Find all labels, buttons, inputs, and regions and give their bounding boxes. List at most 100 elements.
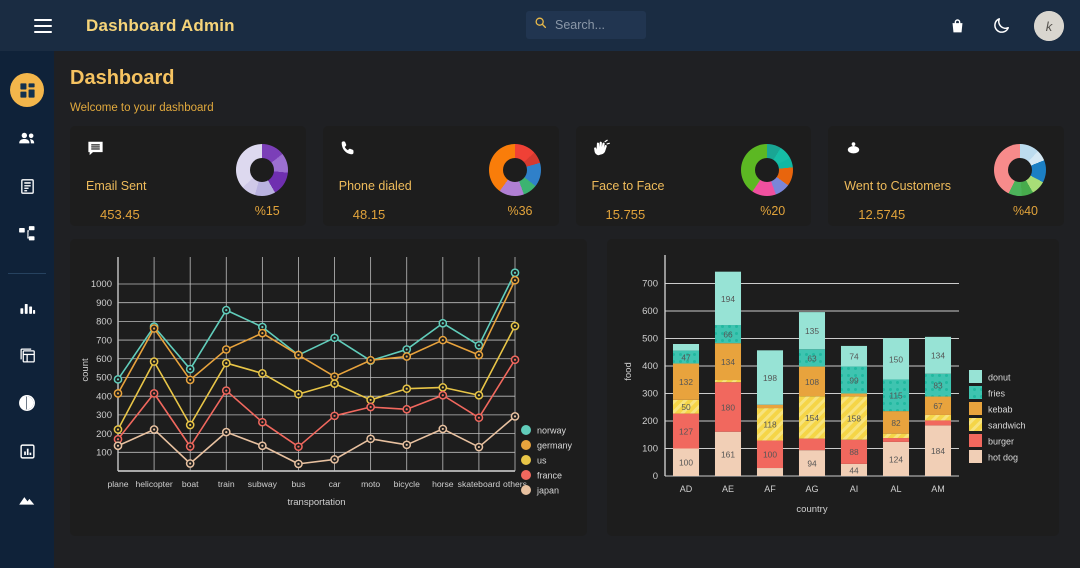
svg-text:bicycle: bicycle <box>394 479 420 489</box>
receipt-icon <box>19 178 36 195</box>
svg-text:skateboard: skateboard <box>458 479 501 489</box>
svg-text:158: 158 <box>847 413 861 423</box>
svg-text:118: 118 <box>763 420 777 430</box>
top-bar: Dashboard Admin Search... k <box>0 0 1080 51</box>
sidebar-item-team[interactable] <box>10 121 44 155</box>
svg-text:1000: 1000 <box>91 279 112 290</box>
dashboard-grid-icon <box>19 82 36 99</box>
svg-text:400: 400 <box>642 361 658 372</box>
svg-text:124: 124 <box>889 454 903 464</box>
svg-text:83: 83 <box>933 381 943 391</box>
stat-card-row: Email Sent 453.45 %15 Phone dialed 48.15… <box>54 114 1080 226</box>
svg-text:108: 108 <box>805 377 819 387</box>
stat-card-label: Went to Customers <box>844 179 952 193</box>
svg-text:AG: AG <box>805 484 818 494</box>
moon-icon[interactable] <box>990 15 1012 37</box>
svg-text:100: 100 <box>96 447 112 458</box>
sidebar-item-pie-chart[interactable] <box>10 386 44 420</box>
sidebar-item-bar-chart[interactable] <box>10 290 44 324</box>
dashboard-app: Dashboard Admin Search... k Dashboard We… <box>0 0 1080 568</box>
sidebar <box>0 51 54 568</box>
sidebar-item-dashboard[interactable] <box>10 73 44 107</box>
stat-card-value: 15.755 <box>605 207 646 222</box>
svg-text:burger: burger <box>988 436 1014 446</box>
svg-text:63: 63 <box>807 353 817 363</box>
stat-card-face-to-face[interactable]: Face to Face 15.755 %20 <box>575 126 812 226</box>
search-box[interactable] <box>526 11 646 39</box>
stat-card-value: 453.45 <box>100 207 140 222</box>
people-icon <box>18 129 37 148</box>
hamburger-bar <box>34 24 52 27</box>
svg-text:kebab: kebab <box>988 404 1013 414</box>
svg-text:plane: plane <box>107 479 128 489</box>
hamburger-bar <box>34 18 52 21</box>
mountains-icon <box>18 490 37 509</box>
stat-card-email-sent[interactable]: Email Sent 453.45 %15 <box>70 126 306 226</box>
svg-text:134: 134 <box>931 351 945 361</box>
stat-card-went-to-customers[interactable]: Went to Customers 12.5745 %40 <box>828 126 1064 226</box>
svg-text:car: car <box>329 479 341 489</box>
svg-text:127: 127 <box>679 426 693 436</box>
page-subtitle: Welcome to your dashboard <box>70 102 214 114</box>
svg-text:AE: AE <box>722 484 734 494</box>
search-container <box>526 11 646 39</box>
svg-text:115: 115 <box>889 391 903 401</box>
sidebar-item-geography[interactable] <box>10 482 44 516</box>
svg-text:400: 400 <box>96 391 112 402</box>
shopping-bag-icon[interactable] <box>946 15 968 37</box>
svg-text:norway: norway <box>537 425 567 435</box>
chart-box-icon <box>19 443 36 460</box>
svg-text:food: food <box>623 362 634 381</box>
svg-text:180: 180 <box>721 402 735 412</box>
page-header: Dashboard Welcome to your dashboard <box>54 51 1080 114</box>
svg-text:bus: bus <box>292 479 306 489</box>
stat-card-percent: %36 <box>507 204 533 218</box>
stacked-bar-chart[interactable]: 0 100 200 300 400 500 600 700 food country 100 127 5… <box>607 239 1059 536</box>
sidebar-item-invoices[interactable] <box>10 169 44 203</box>
svg-text:135: 135 <box>805 326 819 336</box>
svg-text:600: 600 <box>96 354 112 365</box>
stat-card-label: Email Sent <box>86 179 147 193</box>
top-bar-icons: k <box>946 0 1064 51</box>
svg-text:99: 99 <box>849 375 859 385</box>
went-to-customers-donut-chart <box>994 144 1046 196</box>
sidebar-item-org-chart[interactable] <box>10 217 44 251</box>
sidebar-item-stats[interactable] <box>10 434 44 468</box>
sidebar-item-pivot-table[interactable] <box>10 338 44 372</box>
svg-text:sandwich: sandwich <box>988 420 1026 430</box>
svg-text:fries: fries <box>988 388 1006 398</box>
user-avatar[interactable]: k <box>1034 10 1064 41</box>
svg-text:134: 134 <box>721 357 735 367</box>
svg-text:100: 100 <box>679 458 693 468</box>
svg-text:france: france <box>537 470 562 480</box>
bar-chart-icon <box>19 299 36 316</box>
sidebar-divider <box>8 273 46 274</box>
svg-text:transportation: transportation <box>287 497 345 508</box>
svg-text:subway: subway <box>248 479 278 489</box>
svg-text:hot dog: hot dog <box>988 452 1018 462</box>
search-input[interactable] <box>555 18 638 32</box>
svg-text:train: train <box>218 479 235 489</box>
svg-text:moto: moto <box>361 479 380 489</box>
bar-chart-panel: 0 100 200 300 400 500 600 700 food country 100 127 5… <box>607 239 1059 536</box>
stat-card-phone-dialed[interactable]: Phone dialed 48.15 %36 <box>322 126 559 226</box>
svg-text:67: 67 <box>933 401 943 411</box>
svg-text:94: 94 <box>807 458 817 468</box>
sitemap-icon <box>18 225 36 243</box>
chart-panel-row: 100 200 300 400 500 600 700 800 900 1000 plane heli… <box>54 226 1080 536</box>
svg-text:600: 600 <box>642 306 658 317</box>
app-title: Dashboard Admin <box>86 15 235 35</box>
svg-text:AD: AD <box>680 484 693 494</box>
svg-text:horse: horse <box>432 479 454 489</box>
svg-text:184: 184 <box>931 446 945 456</box>
svg-text:700: 700 <box>642 279 658 290</box>
hamburger-icon[interactable] <box>28 11 58 41</box>
svg-text:700: 700 <box>96 335 112 346</box>
line-chart[interactable]: 100 200 300 400 500 600 700 800 900 1000 plane heli… <box>70 239 587 536</box>
svg-text:germany: germany <box>537 440 573 450</box>
svg-text:country: country <box>796 504 827 515</box>
stat-card-label: Face to Face <box>591 179 665 193</box>
svg-text:132: 132 <box>679 377 693 387</box>
svg-text:200: 200 <box>96 429 112 440</box>
svg-text:200: 200 <box>642 416 658 427</box>
